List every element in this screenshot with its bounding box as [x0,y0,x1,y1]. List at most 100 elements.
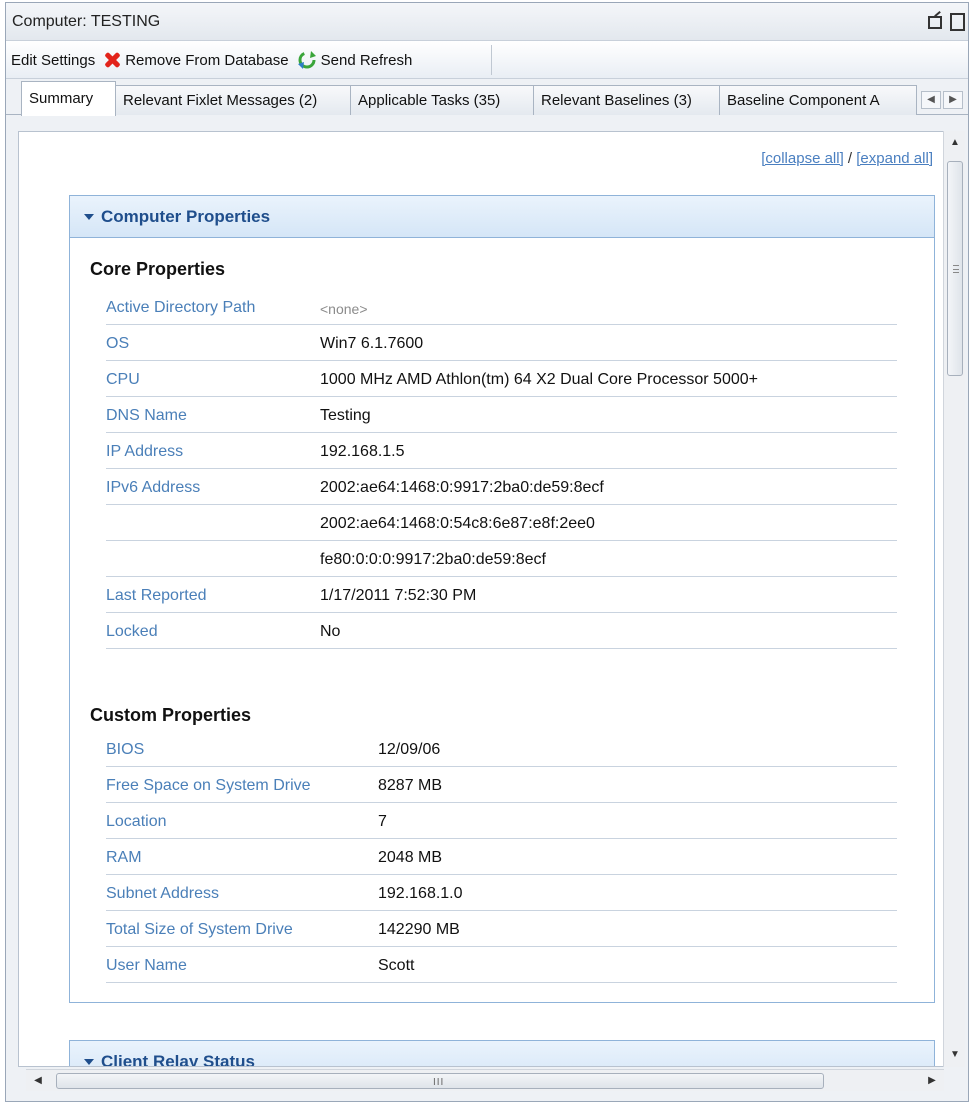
undock-icon[interactable] [926,12,942,29]
client-relay-status-title: Client Relay Status [101,1051,255,1067]
property-label: RAM [106,849,142,866]
property-value: 192.168.1.0 [378,885,463,902]
property-label: Subnet Address [106,885,219,902]
property-value: Testing [320,407,371,424]
custom-properties-table: BIOS 12/09/06 Free Space on System Drive… [106,731,897,983]
table-row: Location 7 [106,803,897,839]
property-label: OS [106,335,130,352]
property-value: <none> [320,301,368,317]
property-label: DNS Name [106,407,187,424]
client-relay-status-section: Client Relay Status [69,1040,935,1067]
horizontal-scroll-thumb[interactable]: III [56,1073,824,1089]
maximize-icon[interactable] [948,12,965,31]
remove-from-database-button[interactable]: Remove From Database [103,51,288,69]
table-row: 2002:ae64:1468:0:54c8:6e87:e8f:2ee0 [106,505,897,541]
computer-properties-title: Computer Properties [101,206,271,226]
property-value: No [320,623,341,640]
refresh-icon [297,51,316,69]
tab-label: Relevant Baselines (3) [541,92,692,109]
property-value: 2002:ae64:1468:0:9917:2ba0:de59:8ecf [320,479,604,496]
core-properties-table: Active Directory Path <none> OS Win7 6.1… [106,289,897,649]
table-row: RAM 2048 MB [106,839,897,875]
expand-collapse-links: [collapse all] / [expand all] [761,150,933,167]
property-label: Free Space on System Drive [106,777,311,794]
tab-baseline-component-analysis[interactable]: Baseline Component A [719,85,917,115]
vertical-scrollbar[interactable]: ▲ ▼ [943,131,965,1067]
table-row: Locked No [106,613,897,649]
property-value: fe80:0:0:0:9917:2ba0:de59:8ecf [320,551,546,568]
computer-properties-section: Computer Properties Core Properties Acti… [69,195,935,1003]
scroll-down-icon[interactable]: ▼ [944,1045,966,1065]
table-row: DNS Name Testing [106,397,897,433]
table-row: User Name Scott [106,947,897,983]
edit-settings-button[interactable]: Edit Settings [11,52,95,69]
tab-applicable-tasks[interactable]: Applicable Tasks (35) [350,85,534,115]
red-x-icon [103,51,121,69]
core-properties-title: Core Properties [90,259,226,279]
tab-label: Summary [29,90,94,107]
table-row: Last Reported 1/17/2011 7:52:30 PM [106,577,897,613]
property-value: 192.168.1.5 [320,443,405,460]
tab-scroll-left-icon[interactable]: ◀ [921,91,941,109]
window-title: Computer: TESTING [12,13,161,30]
toolbar: Edit Settings Remove From Database Send … [6,41,968,79]
collapse-triangle-icon [84,1058,94,1065]
table-row: CPU 1000 MHz AMD Athlon(tm) 64 X2 Dual C… [106,361,897,397]
property-label: IPv6 Address [106,479,201,496]
vertical-scroll-thumb[interactable] [947,161,963,376]
property-label: CPU [106,371,140,388]
property-value: 2048 MB [378,849,443,866]
property-value: Win7 6.1.7600 [320,335,424,352]
property-label: Last Reported [106,587,207,604]
tab-relevant-fixlet-messages[interactable]: Relevant Fixlet Messages (2) [115,85,351,115]
scroll-left-icon[interactable]: ◀ [28,1070,48,1092]
tab-label: Baseline Component A [727,92,880,109]
summary-panel: [collapse all] / [expand all] Computer P… [18,131,948,1067]
table-row: Subnet Address 192.168.1.0 [106,875,897,911]
table-row: Free Space on System Drive 8287 MB [106,767,897,803]
tab-summary[interactable]: Summary [21,81,116,116]
collapse-all-link[interactable]: [collapse all] [761,150,844,167]
tab-label: Applicable Tasks (35) [358,92,501,109]
table-row: Active Directory Path <none> [106,289,897,325]
expand-all-link[interactable]: [expand all] [856,150,933,167]
window-controls [926,12,965,31]
send-refresh-button[interactable]: Send Refresh [297,50,413,70]
property-label: BIOS [106,741,145,758]
scroll-up-icon[interactable]: ▲ [944,133,966,153]
property-value: Scott [378,957,415,974]
table-row: Total Size of System Drive 142290 MB [106,911,897,947]
computer-window: Computer: TESTING Edit Settings Remove F… [5,2,969,1102]
property-label: Total Size of System Drive [106,921,293,938]
property-label: Location [106,813,167,830]
property-value: 1000 MHz AMD Athlon(tm) 64 X2 Dual Core … [320,371,758,388]
property-value: 7 [378,813,387,830]
grip-icon: III [433,1077,445,1088]
property-value: 8287 MB [378,777,443,794]
table-row: IP Address 192.168.1.5 [106,433,897,469]
property-label: Active Directory Path [106,299,256,316]
tab-relevant-baselines[interactable]: Relevant Baselines (3) [533,85,720,115]
property-value: 142290 MB [378,921,460,938]
computer-properties-header[interactable]: Computer Properties [70,196,934,238]
property-label: Locked [106,623,158,640]
property-value: 2002:ae64:1468:0:54c8:6e87:e8f:2ee0 [320,515,595,532]
grip-icon [953,265,959,273]
link-separator: / [843,150,857,167]
property-value: 1/17/2011 7:52:30 PM [320,587,477,604]
edit-settings-label: Edit Settings [11,51,96,69]
custom-properties-title: Custom Properties [90,705,252,725]
property-label: IP Address [106,443,184,460]
tab-scroll-right-icon[interactable]: ▶ [943,91,963,109]
send-refresh-label: Send Refresh [320,51,413,69]
client-relay-status-header[interactable]: Client Relay Status [70,1041,934,1067]
property-value: 12/09/06 [378,741,441,758]
scroll-right-icon[interactable]: ▶ [922,1070,942,1092]
table-row: BIOS 12/09/06 [106,731,897,767]
tab-label: Relevant Fixlet Messages (2) [123,92,318,109]
collapse-triangle-icon [84,213,94,220]
horizontal-scrollbar[interactable]: ◀ III ▶ [26,1069,944,1091]
table-row: IPv6 Address 2002:ae64:1468:0:9917:2ba0:… [106,469,897,505]
tab-strip: Summary Relevant Fixlet Messages (2) App… [6,79,968,116]
table-row: OS Win7 6.1.7600 [106,325,897,361]
